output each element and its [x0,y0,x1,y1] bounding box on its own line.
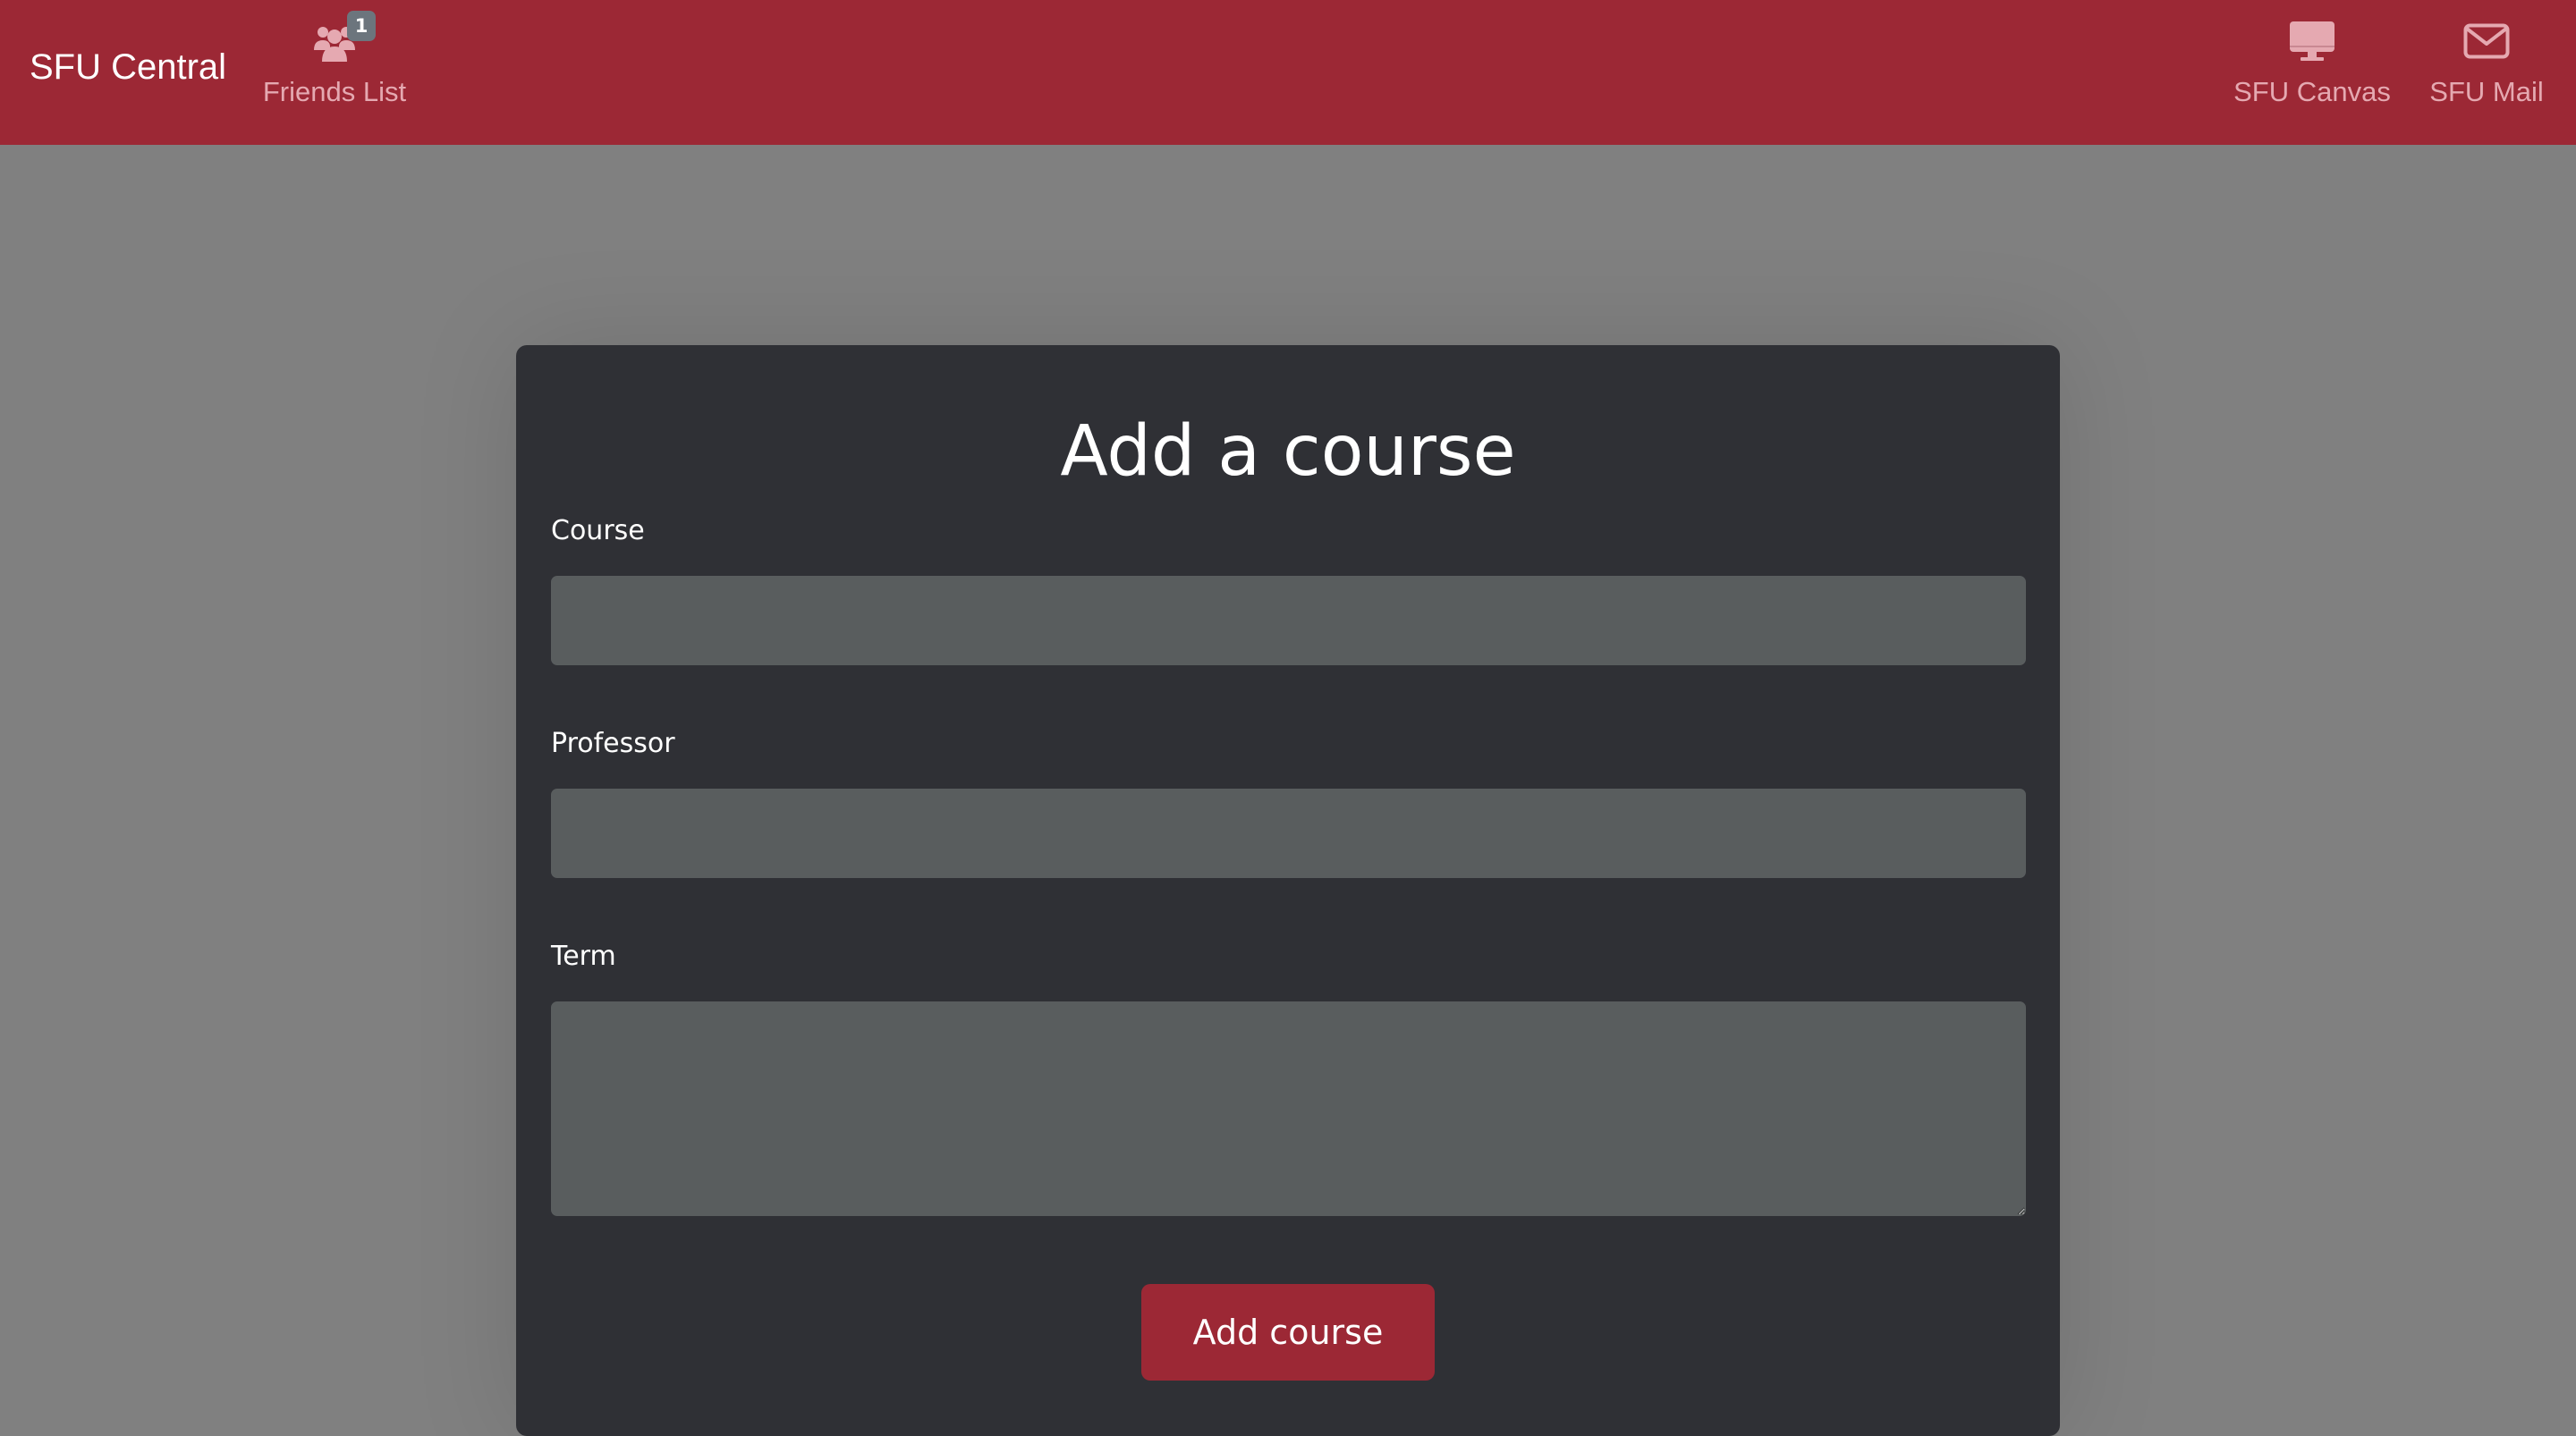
users-icon: 1 [308,11,376,66]
monitor-icon [2285,16,2339,66]
nav-canvas-label: SFU Canvas [2233,76,2391,107]
professor-label: Professor [551,728,675,759]
brand-link[interactable]: SFU Central [30,43,226,91]
professor-input[interactable] [551,789,2026,878]
friend-request-badge: 1 [347,11,376,41]
top-navbar: SFU Central 1 Friends List SFU Canvas SF… [0,0,2576,145]
course-input[interactable] [551,576,2026,665]
nav-friends-list[interactable]: 1 Friends List [249,11,420,116]
add-course-button[interactable]: Add course [1141,1284,1435,1381]
term-label: Term [551,941,616,972]
nav-friends-label: Friends List [262,76,407,107]
term-textarea[interactable] [551,1001,2026,1216]
form-title: Add a course [1060,411,1516,492]
nav-sfu-canvas[interactable]: SFU Canvas [2227,16,2397,116]
nav-sfu-mail[interactable]: SFU Mail [2415,16,2558,116]
course-label: Course [551,515,645,546]
nav-mail-label: SFU Mail [2429,76,2544,107]
add-course-card [516,345,2060,1436]
envelope-icon [2460,16,2513,66]
